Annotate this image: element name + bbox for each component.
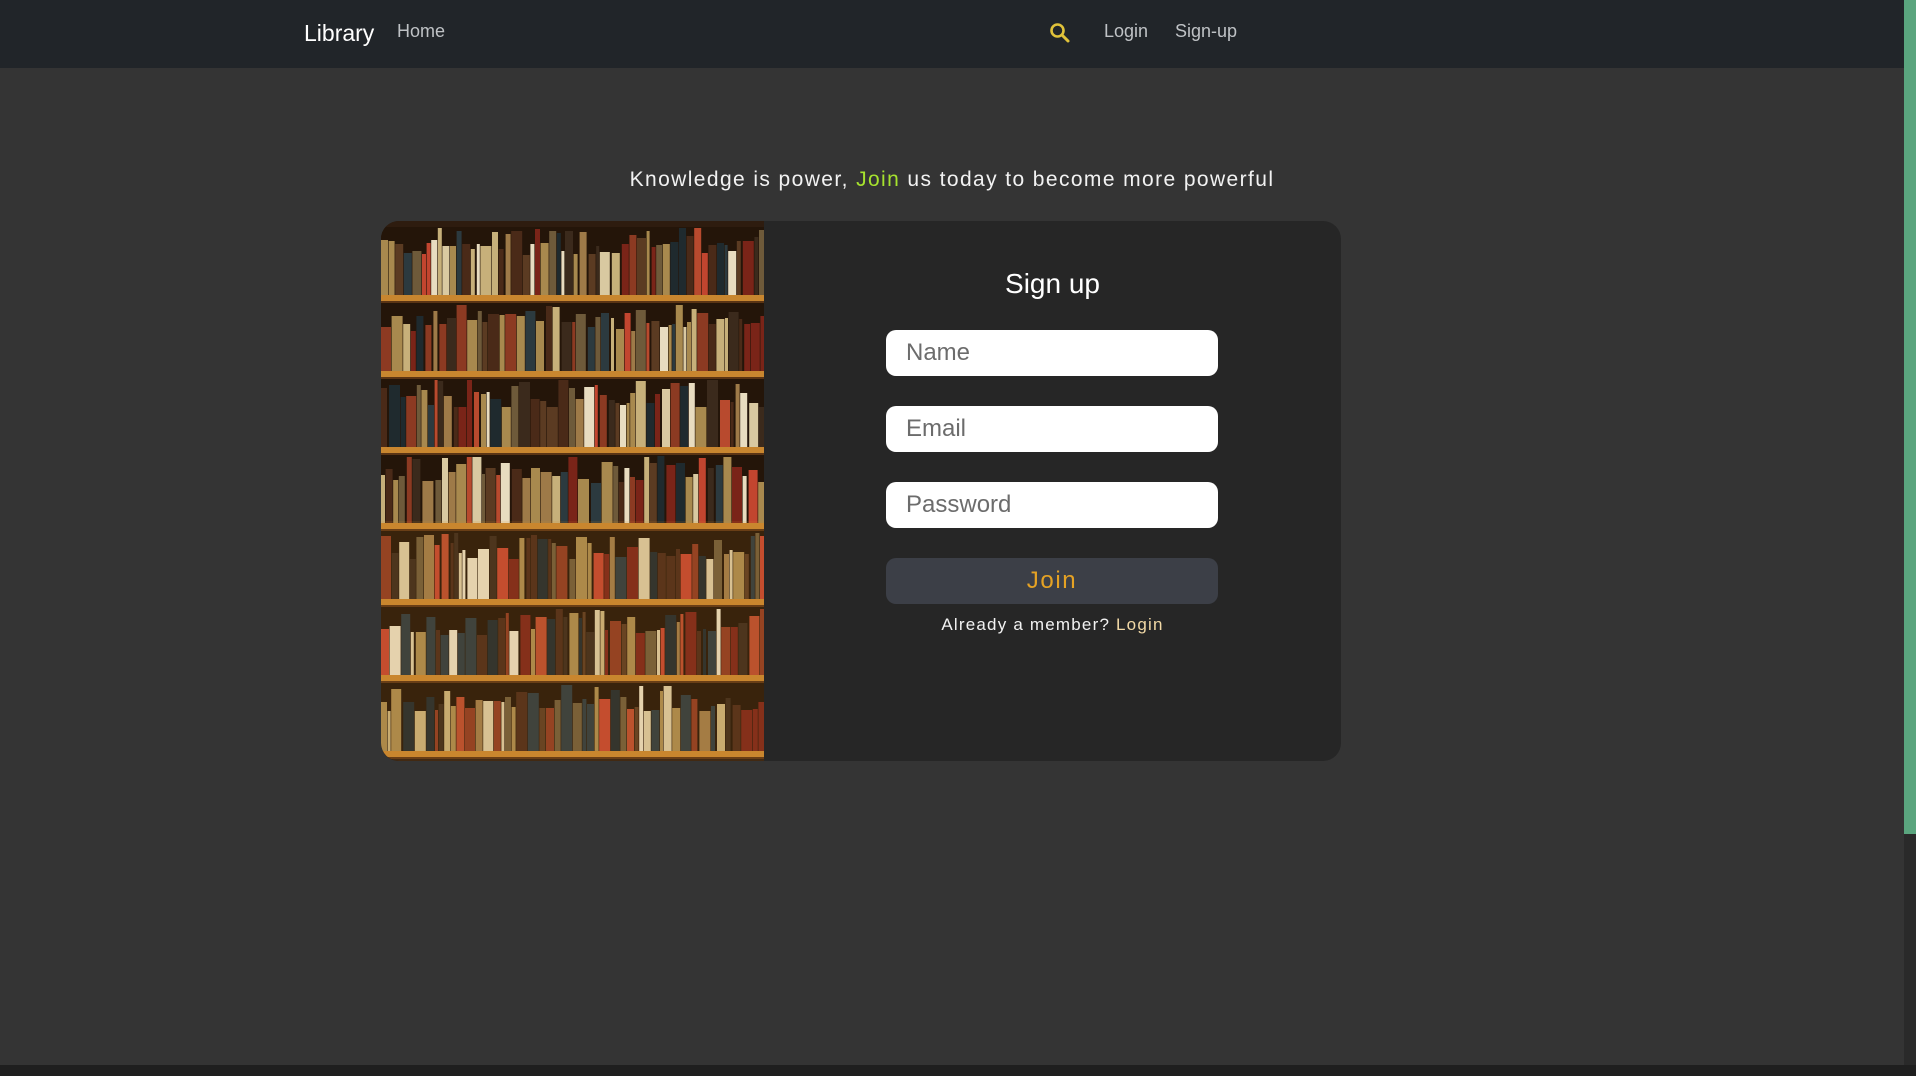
nav-login-link[interactable]: Login bbox=[1104, 21, 1148, 42]
signup-card: Sign up Join Already a member? Login bbox=[381, 221, 1341, 761]
nav-signup-link[interactable]: Sign-up bbox=[1175, 21, 1237, 42]
login-link[interactable]: Login bbox=[1116, 615, 1164, 634]
join-button[interactable]: Join bbox=[886, 558, 1218, 604]
tagline-text-after: us today to become more powerful bbox=[900, 168, 1275, 191]
page: Library Home Login Sign-up Knowledge is … bbox=[0, 0, 1916, 1076]
tagline-join-highlight: Join bbox=[856, 168, 901, 191]
bottom-bar bbox=[0, 1065, 1916, 1076]
brand-link[interactable]: Library bbox=[304, 20, 374, 47]
search-icon bbox=[1050, 23, 1070, 43]
bookshelf-illustration bbox=[381, 221, 764, 761]
nav-home-link[interactable]: Home bbox=[397, 21, 445, 42]
search-button[interactable] bbox=[1047, 20, 1073, 46]
tagline: Knowledge is power, Join us today to bec… bbox=[0, 168, 1904, 192]
scrollbar-thumb[interactable] bbox=[1904, 0, 1916, 834]
form-title: Sign up bbox=[1005, 268, 1100, 299]
name-input[interactable] bbox=[886, 330, 1218, 376]
tagline-text-before: Knowledge is power, bbox=[629, 168, 857, 191]
password-input[interactable] bbox=[886, 482, 1218, 528]
navbar: Library Home Login Sign-up bbox=[0, 0, 1904, 68]
email-input[interactable] bbox=[886, 406, 1218, 452]
bookshelf-image bbox=[381, 221, 764, 761]
